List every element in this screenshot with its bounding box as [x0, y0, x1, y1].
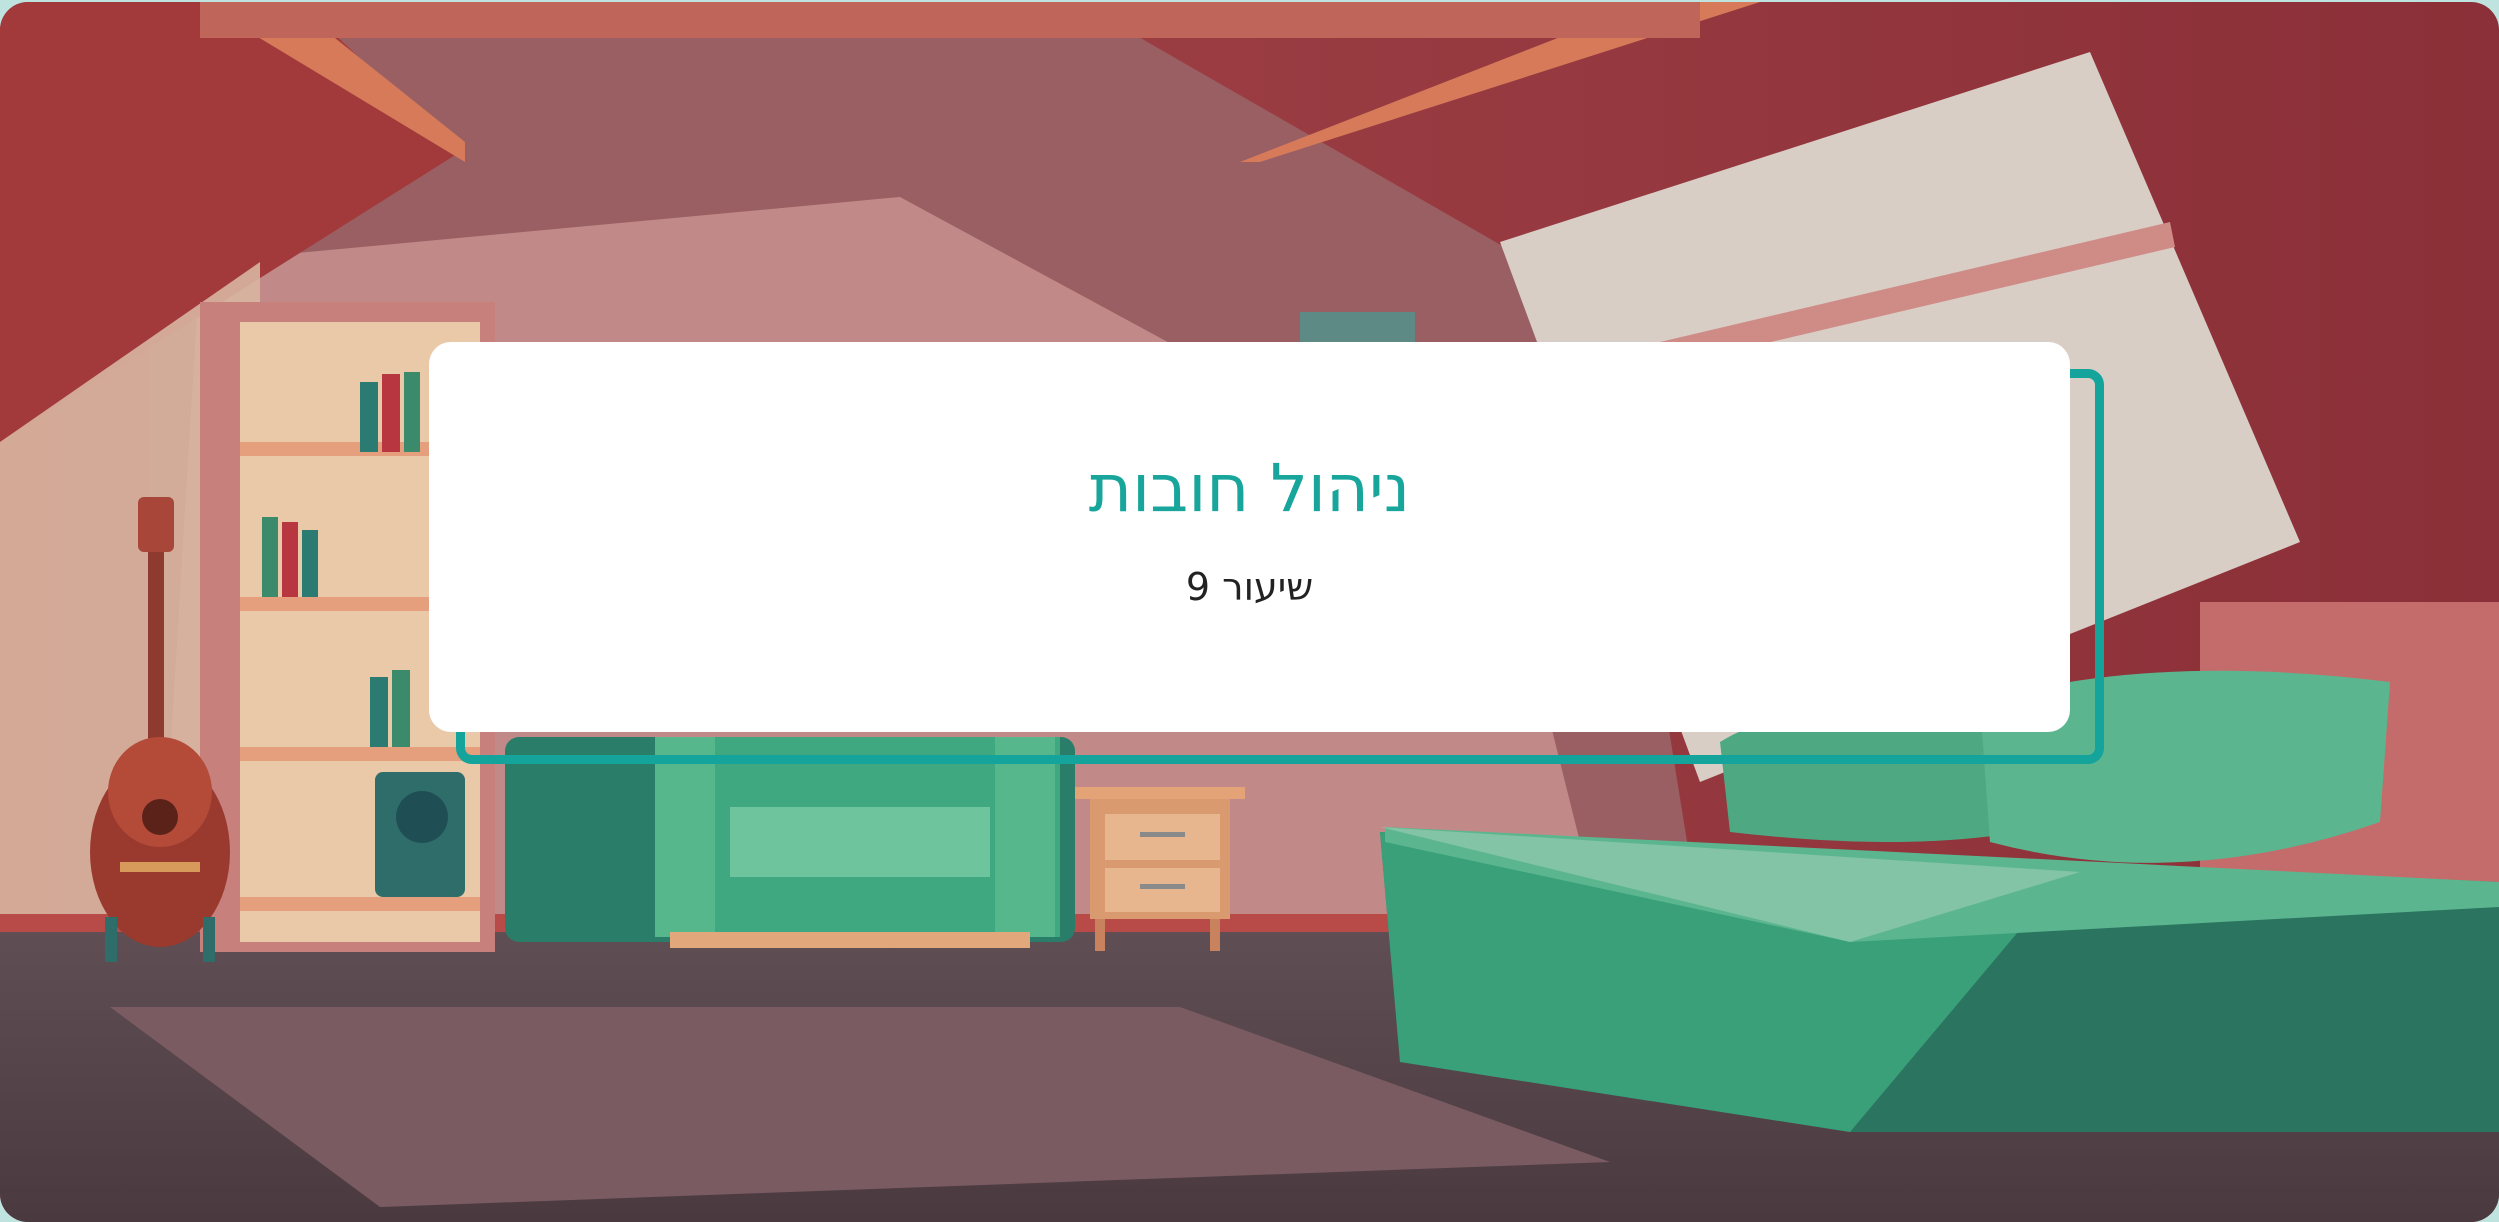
armchair	[505, 737, 1075, 948]
roof-beam-top	[200, 2, 1700, 38]
title-card: ניהול חובות שיעור 9	[429, 342, 2070, 732]
slide-canvas: ניהול חובות שיעור 9	[0, 2, 2499, 1222]
lesson-subtitle: שיעור 9	[1185, 565, 1314, 610]
course-title: ניהול חובות	[1088, 449, 1411, 527]
